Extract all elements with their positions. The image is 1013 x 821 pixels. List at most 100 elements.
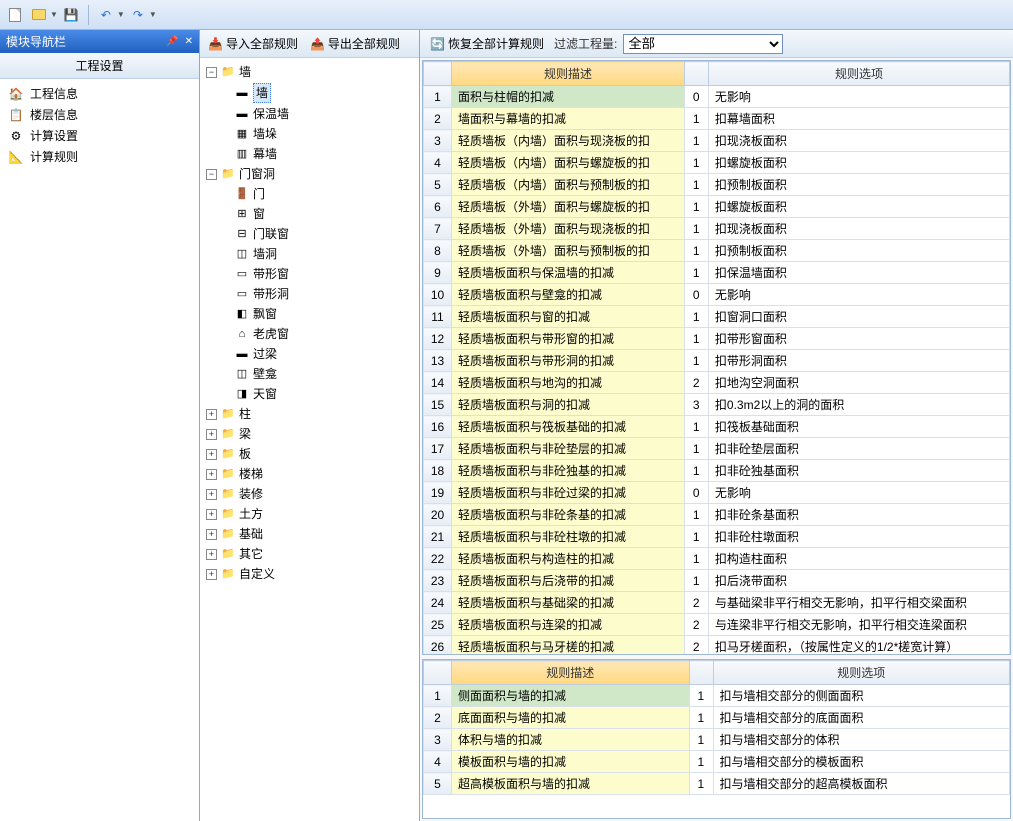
tree-node[interactable]: +📁自定义 — [206, 564, 413, 584]
rule-opt-cell[interactable]: 扣非砼垫层面积 — [708, 438, 1009, 460]
table-row[interactable]: 2 墙面积与幕墙的扣减 1 扣幕墙面积 — [424, 108, 1010, 130]
tree-toggle[interactable]: + — [206, 469, 217, 480]
rule-opt-cell[interactable]: 扣马牙槎面积，（按属性定义的1/2*槎宽计算） — [708, 636, 1009, 656]
rule-opt-cell[interactable]: 与连梁非平行相交无影响，扣平行相交连梁面积 — [708, 614, 1009, 636]
tree-node[interactable]: +📁装修 — [206, 484, 413, 504]
table-row[interactable]: 12 轻质墙板面积与带形窗的扣减 1 扣带形窗面积 — [424, 328, 1010, 350]
tree-toggle[interactable]: + — [206, 489, 217, 500]
rule-opt-cell[interactable]: 扣现浇板面积 — [708, 130, 1009, 152]
table-row[interactable]: 10 轻质墙板面积与壁龛的扣减 0 无影响 — [424, 284, 1010, 306]
table-row[interactable]: 24 轻质墙板面积与基础梁的扣减 2 与基础梁非平行相交无影响，扣平行相交梁面积 — [424, 592, 1010, 614]
table-row[interactable]: 20 轻质墙板面积与非砼条基的扣减 1 扣非砼条基面积 — [424, 504, 1010, 526]
tree-node[interactable]: ▬墙 — [206, 82, 413, 104]
table-row[interactable]: 2 底面面积与墙的扣减 1 扣与墙相交部分的底面面积 — [424, 707, 1010, 729]
tree-node[interactable]: ◨天窗 — [206, 384, 413, 404]
rule-desc-cell[interactable]: 轻质墙板（外墙）面积与预制板的扣 — [452, 240, 685, 262]
rule-desc-cell[interactable]: 轻质墙板面积与连梁的扣减 — [452, 614, 685, 636]
tree-toggle[interactable]: + — [206, 429, 217, 440]
rule-desc-cell[interactable]: 轻质墙板面积与壁龛的扣减 — [452, 284, 685, 306]
rule-opt-cell[interactable]: 扣非砼柱墩面积 — [708, 526, 1009, 548]
rule-opt-cell[interactable]: 扣预制板面积 — [708, 240, 1009, 262]
rule-opt-cell[interactable]: 扣现浇板面积 — [708, 218, 1009, 240]
table-row[interactable]: 9 轻质墙板面积与保温墙的扣减 1 扣保温墙面积 — [424, 262, 1010, 284]
rules-grid-top[interactable]: 规则描述 规则选项 1 面积与柱帽的扣减 0 无影响2 墙面积与幕墙的扣减 1 … — [422, 60, 1011, 655]
table-row[interactable]: 3 轻质墙板（内墙）面积与现浇板的扣 1 扣现浇板面积 — [424, 130, 1010, 152]
nav-item[interactable]: 🏠工程信息 — [0, 83, 199, 104]
rule-opt-cell[interactable]: 扣与墙相交部分的侧面面积 — [713, 685, 1009, 707]
category-tree[interactable]: −📁墙▬墙▬保温墙▦墙垛▥幕墙−📁门窗洞🚪门⊞窗⊟门联窗◫墙洞▭带形窗▭带形洞◧… — [200, 58, 419, 821]
rule-desc-cell[interactable]: 轻质墙板面积与非砼柱墩的扣减 — [452, 526, 685, 548]
rule-desc-cell[interactable]: 轻质墙板面积与马牙槎的扣减 — [452, 636, 685, 656]
rule-desc-cell[interactable]: 底面面积与墙的扣减 — [452, 707, 690, 729]
tree-toggle[interactable]: + — [206, 409, 217, 420]
rule-opt-cell[interactable]: 扣后浇带面积 — [708, 570, 1009, 592]
undo-button[interactable]: ↶ — [95, 4, 117, 26]
rule-opt-cell[interactable]: 扣螺旋板面积 — [708, 196, 1009, 218]
rule-desc-cell[interactable]: 墙面积与幕墙的扣减 — [452, 108, 685, 130]
tree-toggle[interactable]: + — [206, 449, 217, 460]
rule-opt-cell[interactable]: 扣非砼独基面积 — [708, 460, 1009, 482]
tree-node[interactable]: −📁墙 — [206, 62, 413, 82]
tree-node[interactable]: ▭带形洞 — [206, 284, 413, 304]
rule-opt-cell[interactable]: 无影响 — [708, 86, 1009, 108]
new-button[interactable] — [4, 4, 26, 26]
table-row[interactable]: 15 轻质墙板面积与洞的扣减 3 扣0.3m2以上的洞的面积 — [424, 394, 1010, 416]
tree-toggle[interactable]: + — [206, 529, 217, 540]
tree-toggle[interactable]: + — [206, 549, 217, 560]
tree-node[interactable]: +📁柱 — [206, 404, 413, 424]
tree-node[interactable]: ◧飘窗 — [206, 304, 413, 324]
rule-opt-cell[interactable]: 与基础梁非平行相交无影响，扣平行相交梁面积 — [708, 592, 1009, 614]
rule-desc-cell[interactable]: 轻质墙板面积与非砼垫层的扣减 — [452, 438, 685, 460]
rule-desc-cell[interactable]: 轻质墙板面积与窗的扣减 — [452, 306, 685, 328]
rule-opt-cell[interactable]: 扣窗洞口面积 — [708, 306, 1009, 328]
rule-desc-cell[interactable]: 体积与墙的扣减 — [452, 729, 690, 751]
table-row[interactable]: 4 轻质墙板（内墙）面积与螺旋板的扣 1 扣螺旋板面积 — [424, 152, 1010, 174]
rule-opt-cell[interactable]: 扣螺旋板面积 — [708, 152, 1009, 174]
table-row[interactable]: 18 轻质墙板面积与非砼独基的扣减 1 扣非砼独基面积 — [424, 460, 1010, 482]
tree-toggle[interactable]: − — [206, 169, 217, 180]
rule-opt-cell[interactable]: 扣保温墙面积 — [708, 262, 1009, 284]
table-row[interactable]: 1 侧面面积与墙的扣减 1 扣与墙相交部分的侧面面积 — [424, 685, 1010, 707]
tree-node[interactable]: −📁门窗洞 — [206, 164, 413, 184]
rule-desc-cell[interactable]: 轻质墙板（内墙）面积与预制板的扣 — [452, 174, 685, 196]
tree-node[interactable]: +📁其它 — [206, 544, 413, 564]
rule-opt-cell[interactable]: 扣带形窗面积 — [708, 328, 1009, 350]
tree-node[interactable]: 🚪门 — [206, 184, 413, 204]
rule-desc-cell[interactable]: 轻质墙板面积与保温墙的扣减 — [452, 262, 685, 284]
table-row[interactable]: 23 轻质墙板面积与后浇带的扣减 1 扣后浇带面积 — [424, 570, 1010, 592]
table-row[interactable]: 3 体积与墙的扣减 1 扣与墙相交部分的体积 — [424, 729, 1010, 751]
rule-opt-cell[interactable]: 扣带形洞面积 — [708, 350, 1009, 372]
rule-desc-cell[interactable]: 轻质墙板面积与筏板基础的扣减 — [452, 416, 685, 438]
rule-desc-cell[interactable]: 轻质墙板（外墙）面积与螺旋板的扣 — [452, 196, 685, 218]
tree-node[interactable]: ▬保温墙 — [206, 104, 413, 124]
rule-opt-cell[interactable]: 扣地沟空洞面积 — [708, 372, 1009, 394]
export-rules-button[interactable]: 📤 导出全部规则 — [306, 33, 404, 54]
table-row[interactable]: 4 模板面积与墙的扣减 1 扣与墙相交部分的模板面积 — [424, 751, 1010, 773]
rule-desc-cell[interactable]: 轻质墙板面积与洞的扣减 — [452, 394, 685, 416]
rule-opt-cell[interactable]: 扣非砼条基面积 — [708, 504, 1009, 526]
tree-node[interactable]: ◫壁龛 — [206, 364, 413, 384]
tree-node[interactable]: +📁梁 — [206, 424, 413, 444]
restore-rules-button[interactable]: 🔄 恢复全部计算规则 — [426, 33, 548, 54]
rule-desc-cell[interactable]: 轻质墙板面积与非砼独基的扣减 — [452, 460, 685, 482]
rule-desc-cell[interactable]: 轻质墙板（外墙）面积与现浇板的扣 — [452, 218, 685, 240]
table-row[interactable]: 6 轻质墙板（外墙）面积与螺旋板的扣 1 扣螺旋板面积 — [424, 196, 1010, 218]
tree-node[interactable]: ⌂老虎窗 — [206, 324, 413, 344]
rule-desc-cell[interactable]: 侧面面积与墙的扣减 — [452, 685, 690, 707]
tree-toggle[interactable]: − — [206, 67, 217, 78]
tree-toggle[interactable]: + — [206, 509, 217, 520]
table-row[interactable]: 5 超高模板面积与墙的扣减 1 扣与墙相交部分的超高模板面积 — [424, 773, 1010, 795]
rule-opt-cell[interactable]: 无影响 — [708, 284, 1009, 306]
rule-desc-cell[interactable]: 模板面积与墙的扣减 — [452, 751, 690, 773]
table-row[interactable]: 1 面积与柱帽的扣减 0 无影响 — [424, 86, 1010, 108]
tree-toggle[interactable]: + — [206, 569, 217, 580]
rules-grid-bottom[interactable]: 规则描述 规则选项 1 侧面面积与墙的扣减 1 扣与墙相交部分的侧面面积2 底面… — [422, 659, 1011, 819]
table-row[interactable]: 14 轻质墙板面积与地沟的扣减 2 扣地沟空洞面积 — [424, 372, 1010, 394]
table-row[interactable]: 19 轻质墙板面积与非砼过梁的扣减 0 无影响 — [424, 482, 1010, 504]
rule-desc-cell[interactable]: 轻质墙板（内墙）面积与现浇板的扣 — [452, 130, 685, 152]
rule-desc-cell[interactable]: 轻质墙板面积与带形窗的扣减 — [452, 328, 685, 350]
rule-opt-cell[interactable]: 扣构造柱面积 — [708, 548, 1009, 570]
rule-desc-cell[interactable]: 轻质墙板面积与带形洞的扣减 — [452, 350, 685, 372]
table-row[interactable]: 11 轻质墙板面积与窗的扣减 1 扣窗洞口面积 — [424, 306, 1010, 328]
tree-node[interactable]: ▭带形窗 — [206, 264, 413, 284]
